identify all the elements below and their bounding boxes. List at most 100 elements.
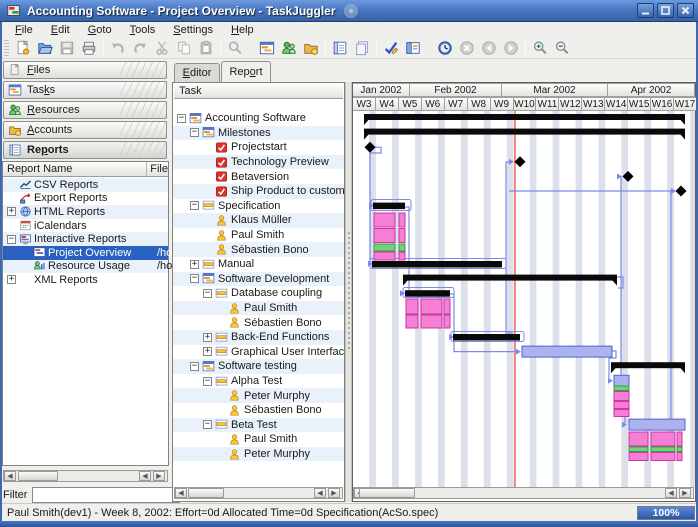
- task-tree-row[interactable]: −Database coupling: [173, 286, 344, 301]
- sidebar-section-reports[interactable]: Reports: [3, 141, 167, 159]
- task-bar[interactable]: [522, 346, 612, 357]
- report-tree-row[interactable]: Resource Usage/ho: [3, 260, 168, 274]
- resource-load-bar[interactable]: [677, 453, 682, 461]
- filter-input[interactable]: [32, 487, 180, 503]
- scroll-thumb[interactable]: [18, 471, 58, 481]
- new-document-button[interactable]: [12, 38, 34, 58]
- resource-load-bar[interactable]: [629, 453, 648, 461]
- task-tree-row[interactable]: Paul Smith: [173, 432, 344, 447]
- menu-file[interactable]: File: [6, 23, 42, 37]
- resource-load-bar[interactable]: [399, 244, 405, 251]
- menu-tools[interactable]: Tools: [121, 23, 165, 37]
- task-bar[interactable]: [614, 375, 629, 386]
- column-file[interactable]: File: [147, 162, 168, 176]
- tab-report[interactable]: Report: [221, 61, 271, 82]
- task-tree-row[interactable]: +Back-End Functions: [173, 330, 344, 345]
- menu-help[interactable]: Help: [222, 23, 263, 37]
- toolbar-grip[interactable]: [4, 40, 9, 57]
- scroll-thumb[interactable]: [188, 488, 224, 498]
- task-tree-row[interactable]: +Manual: [173, 257, 344, 272]
- accounts-view-button[interactable]: [300, 38, 322, 58]
- resource-load-bar[interactable]: [399, 213, 405, 227]
- scroll-left-button-2[interactable]: ◀: [665, 488, 677, 498]
- print-button[interactable]: [78, 38, 100, 58]
- task-bar[interactable]: [373, 203, 405, 210]
- resource-load-bar[interactable]: [651, 447, 675, 452]
- resource-load-bar[interactable]: [399, 252, 405, 260]
- zoom-in-button[interactable]: [529, 38, 551, 58]
- task-bar[interactable]: [629, 419, 685, 430]
- resource-load-bar[interactable]: [614, 402, 629, 409]
- sidebar-section-resources[interactable]: Resources: [3, 101, 167, 119]
- zoom-out-button[interactable]: [551, 38, 573, 58]
- collapse-icon[interactable]: −: [203, 420, 212, 429]
- maximize-button[interactable]: [657, 3, 674, 18]
- task-tree-row[interactable]: Peter Murphy: [173, 447, 344, 462]
- task-tree-row[interactable]: +Graphical User Interface: [173, 345, 344, 360]
- task-bar[interactable]: [405, 290, 450, 297]
- gantt-svg[interactable]: [353, 111, 695, 487]
- tab-editor[interactable]: Editor: [174, 63, 220, 82]
- resource-load-bar[interactable]: [444, 299, 450, 314]
- task-tree-row[interactable]: −Milestones: [173, 126, 344, 141]
- task-tree-row[interactable]: Sébastien Bono: [173, 403, 344, 418]
- minimize-button[interactable]: [637, 3, 654, 18]
- expand-icon[interactable]: +: [190, 260, 199, 269]
- resource-load-bar[interactable]: [677, 432, 682, 446]
- info-panel-button[interactable]: [402, 38, 424, 58]
- open-file-button[interactable]: [34, 38, 56, 58]
- report-tree-row[interactable]: −Interactive Reports: [3, 232, 168, 246]
- resource-load-bar[interactable]: [406, 299, 418, 314]
- report-tree-row[interactable]: +XML Reports: [3, 273, 168, 287]
- scroll-left-button[interactable]: ◀: [175, 488, 187, 498]
- report-tree-row[interactable]: CSV Reports: [3, 178, 168, 192]
- expand-icon[interactable]: +: [7, 207, 16, 216]
- summary-bar[interactable]: [364, 129, 685, 140]
- expand-icon[interactable]: +: [7, 275, 16, 284]
- collapse-icon[interactable]: −: [203, 377, 212, 386]
- task-tree-row[interactable]: −Specification: [173, 199, 344, 214]
- scroll-left-button-2[interactable]: ◀: [314, 488, 326, 498]
- task-bar[interactable]: [372, 261, 502, 268]
- resource-load-bar[interactable]: [374, 252, 395, 260]
- scroll-thumb[interactable]: [359, 488, 415, 498]
- milestone-diamond[interactable]: [676, 186, 687, 197]
- milestone-diamond[interactable]: [515, 156, 526, 167]
- menu-edit[interactable]: Edit: [42, 23, 79, 37]
- resource-load-bar[interactable]: [421, 315, 442, 328]
- scroll-right-button[interactable]: ▶: [328, 488, 340, 498]
- schedule-clock-button[interactable]: [434, 38, 456, 58]
- task-tree-row[interactable]: −Software testing: [173, 359, 344, 374]
- task-tree-row[interactable]: Sébastien Bono: [173, 242, 344, 257]
- scroll-left-button[interactable]: ◀: [4, 471, 16, 481]
- sidebar-section-accounts[interactable]: Accounts: [3, 121, 167, 139]
- task-tree-row[interactable]: Paul Smith: [173, 301, 344, 316]
- resource-load-bar[interactable]: [629, 432, 648, 446]
- resource-load-bar[interactable]: [406, 315, 418, 328]
- report-tree-row[interactable]: Export Reports: [3, 192, 168, 206]
- task-tree-row[interactable]: −Beta Test: [173, 418, 344, 433]
- task-tree-horizontal-scrollbar[interactable]: ◀◀▶: [174, 487, 343, 499]
- sidebar-horizontal-scrollbar[interactable]: ◀◀▶: [3, 470, 168, 482]
- resource-load-bar[interactable]: [374, 229, 395, 243]
- file-list-button[interactable]: [351, 38, 373, 58]
- report-tree-row[interactable]: +HTML Reports: [3, 205, 168, 219]
- task-tree-row[interactable]: Ship Product to customer: [173, 184, 344, 199]
- close-button[interactable]: [677, 3, 694, 18]
- resource-load-bar[interactable]: [629, 447, 648, 452]
- resource-load-bar[interactable]: [421, 299, 442, 314]
- resources-view-button[interactable]: [278, 38, 300, 58]
- collapse-icon[interactable]: −: [203, 289, 212, 298]
- scroll-right-button[interactable]: ▶: [679, 488, 691, 498]
- resource-load-bar[interactable]: [614, 410, 629, 417]
- collapse-icon[interactable]: −: [7, 235, 16, 244]
- collapse-icon[interactable]: −: [177, 114, 186, 123]
- report-tree-row[interactable]: iCalendars: [3, 219, 168, 233]
- reports-view-button[interactable]: [329, 38, 351, 58]
- task-tree-row[interactable]: Technology Preview: [173, 155, 344, 170]
- tasks-view-button[interactable]: [256, 38, 278, 58]
- titlebar[interactable]: Accounting Software - Project Overview -…: [0, 0, 698, 22]
- resource-load-bar[interactable]: [677, 447, 682, 452]
- expand-icon[interactable]: +: [203, 347, 212, 356]
- collapse-icon[interactable]: −: [190, 274, 199, 283]
